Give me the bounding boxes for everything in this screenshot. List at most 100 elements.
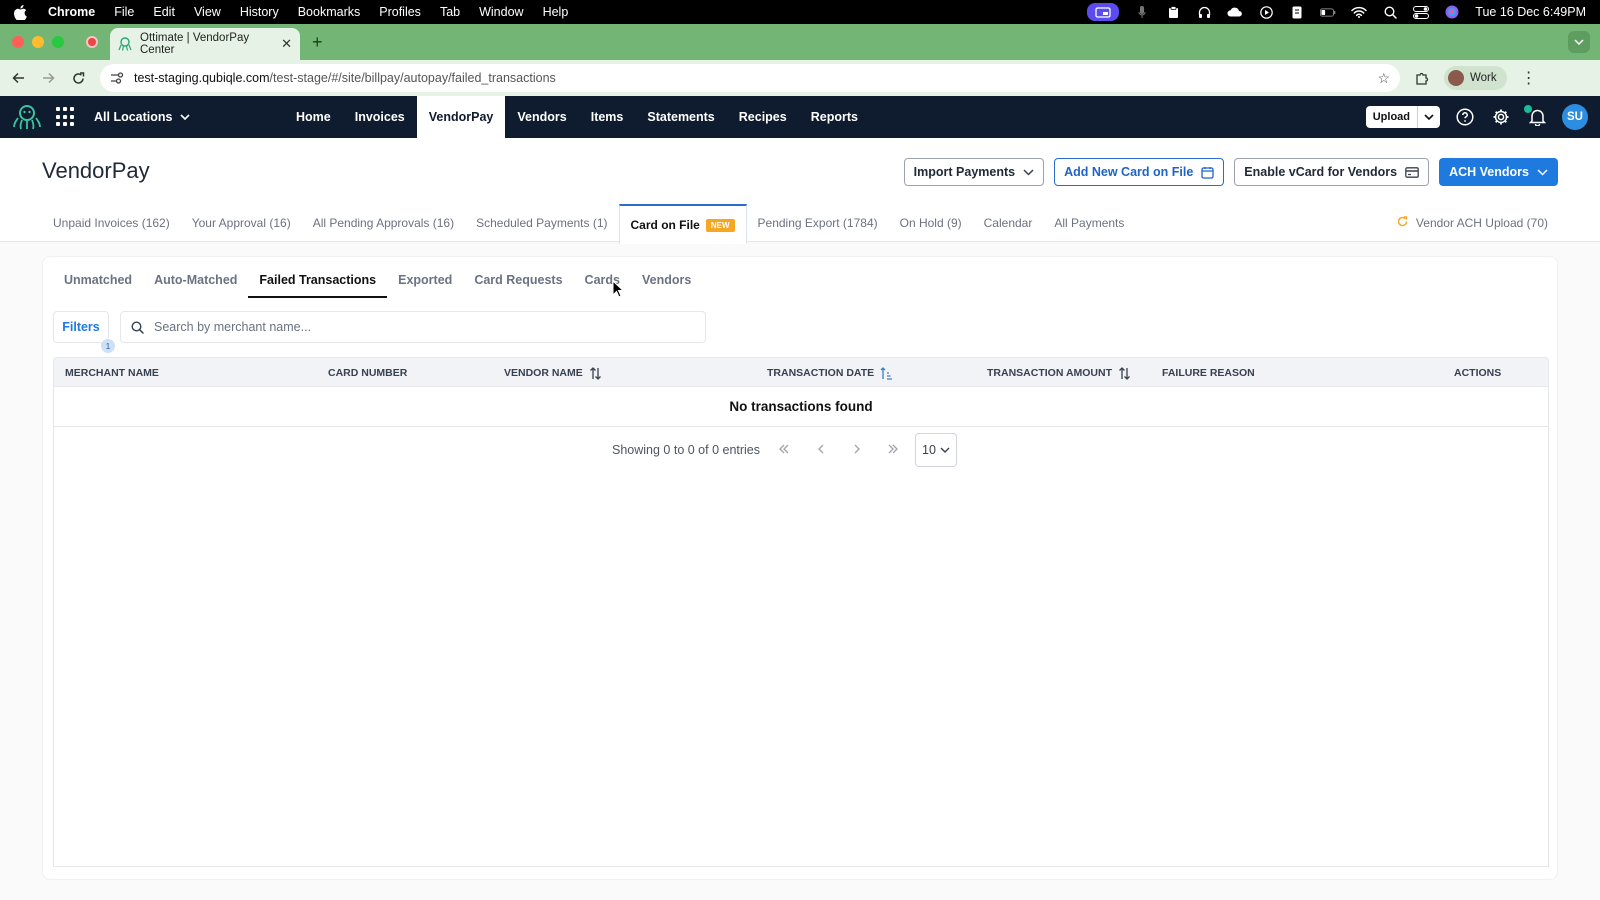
tab-failed-transactions[interactable]: Failed Transactions [248,267,388,298]
header-actions: Import Payments Add New Card on File Ena… [903,158,1558,186]
site-info-icon[interactable] [110,72,126,84]
nav-statements[interactable]: Statements [635,96,726,138]
menu-bookmarks[interactable]: Bookmarks [298,5,361,19]
headphones-icon[interactable] [1196,5,1212,19]
siri-icon[interactable] [1444,5,1460,19]
battery-icon[interactable] [1320,5,1336,19]
new-tab-icon[interactable]: + [312,32,323,53]
upload-label[interactable]: Upload [1366,106,1418,128]
recording-icon[interactable] [86,36,98,48]
enable-vcard-label: Enable vCard for Vendors [1244,165,1398,179]
help-icon[interactable] [1454,106,1476,128]
settings-gear-icon[interactable] [1490,106,1512,128]
vendor-ach-upload-label: Vendor ACH Upload (70) [1415,216,1548,230]
subtab-your-approval[interactable]: Your Approval (16) [181,204,302,242]
mouse-cursor-icon [612,280,624,298]
profile-avatar [1448,70,1464,86]
microphone-icon[interactable] [1134,5,1150,19]
apple-icon[interactable] [14,4,32,20]
import-payments-button[interactable]: Import Payments [903,158,1045,186]
subtab-pending-export[interactable]: Pending Export (1784) [747,204,889,242]
page-header: VendorPay Import Payments Add New Card o… [0,138,1600,244]
close-tab-icon[interactable]: ✕ [281,36,292,52]
profile-chip[interactable]: Work [1444,66,1507,90]
filters-button[interactable]: Filters [53,311,109,343]
subtab-unpaid-invoices[interactable]: Unpaid Invoices (162) [42,204,181,242]
subtab-on-hold[interactable]: On Hold (9) [889,204,973,242]
menubar-clock[interactable]: Tue 16 Dec 6:49PM [1475,5,1586,19]
extensions-puzzle-icon[interactable] [1414,71,1430,86]
sort-arrows-icon[interactable] [1118,366,1131,380]
menu-profiles[interactable]: Profiles [379,5,421,19]
ottimate-logo-icon[interactable] [12,102,42,132]
reload-icon[interactable] [70,70,86,86]
document-icon[interactable] [1289,5,1305,19]
menu-edit[interactable]: Edit [153,5,175,19]
app-grid-icon[interactable] [56,107,76,127]
subtab-all-pending-approvals[interactable]: All Pending Approvals (16) [302,204,465,242]
macos-menubar: Chrome File Edit View History Bookmarks … [0,0,1600,24]
nav-reports[interactable]: Reports [799,96,870,138]
address-bar[interactable]: test-staging.qubiqle.com/test-stage/#/si… [100,64,1400,92]
add-card-on-file-button[interactable]: Add New Card on File [1054,158,1225,186]
menu-help[interactable]: Help [543,5,569,19]
subtab-card-on-file[interactable]: Card on File NEW [618,204,747,244]
minimize-window-button[interactable] [32,36,44,48]
profile-label: Work [1470,72,1497,84]
nav-items[interactable]: Items [579,96,636,138]
upload-button[interactable]: Upload [1365,106,1440,128]
browser-tab-active[interactable]: Ottimate | VendorPay Center ✕ [110,28,300,60]
upload-dropdown-icon[interactable] [1418,106,1440,128]
nav-home[interactable]: Home [284,96,343,138]
chrome-menu-icon[interactable]: ⋮ [1521,68,1537,88]
menu-view[interactable]: View [194,5,221,19]
cloud-icon[interactable] [1227,5,1243,19]
subtab-calendar[interactable]: Calendar [973,204,1044,242]
subtab-scheduled-payments[interactable]: Scheduled Payments (1) [465,204,618,242]
sort-arrows-icon[interactable] [589,366,602,380]
tab-unmatched[interactable]: Unmatched [53,267,143,298]
notifications-bell-icon[interactable] [1524,105,1548,128]
forward-arrow-icon[interactable] [40,70,56,86]
close-window-button[interactable] [12,36,24,48]
tab-title: Ottimate | VendorPay Center [140,32,250,56]
tab-search-icon[interactable] [1568,31,1590,53]
control-center-icon[interactable] [1413,5,1430,19]
bookmark-star-icon[interactable]: ☆ [1377,70,1390,87]
url-host: test-staging.qubiqle.com [134,71,270,85]
nav-recipes[interactable]: Recipes [727,96,799,138]
sort-ascending-icon[interactable] [880,366,893,380]
clipboard-icon[interactable] [1165,5,1181,19]
nav-invoices[interactable]: Invoices [343,96,417,138]
play-icon[interactable] [1258,5,1274,19]
import-payments-label: Import Payments [913,165,1016,179]
tab-card-requests[interactable]: Card Requests [463,267,573,298]
wifi-icon[interactable] [1351,5,1368,19]
menu-tab[interactable]: Tab [440,5,460,19]
vendor-ach-upload-link[interactable]: Vendor ACH Upload (70) [1397,216,1548,230]
enable-vcard-button[interactable]: Enable vCard for Vendors [1234,158,1430,186]
location-selector[interactable]: All Locations [94,110,191,124]
search-input[interactable] [154,320,694,334]
tab-exported[interactable]: Exported [387,267,463,298]
spotlight-search-icon[interactable] [1382,5,1398,19]
menu-app-name[interactable]: Chrome [48,5,95,19]
back-arrow-icon[interactable] [10,70,26,86]
nav-vendors[interactable]: Vendors [505,96,578,138]
menu-window[interactable]: Window [479,5,523,19]
nav-vendorpay[interactable]: VendorPay [416,96,506,138]
add-card-label: Add New Card on File [1064,165,1194,179]
card-on-file-panel: Unmatched Auto-Matched Failed Transactio… [42,256,1558,880]
tab-vendors[interactable]: Vendors [631,267,702,298]
subtab-all-payments[interactable]: All Payments [1043,204,1135,242]
search-icon [131,320,144,334]
menu-history[interactable]: History [240,5,279,19]
menu-file[interactable]: File [114,5,134,19]
ach-vendors-button[interactable]: ACH Vendors [1439,158,1558,186]
screen-share-icon[interactable] [1087,3,1120,21]
credit-card-icon [1405,166,1419,178]
tab-auto-matched[interactable]: Auto-Matched [143,267,248,298]
user-avatar[interactable]: SU [1562,104,1588,130]
browser-tab-strip: Ottimate | VendorPay Center ✕ + [0,24,1600,60]
zoom-window-button[interactable] [52,36,64,48]
